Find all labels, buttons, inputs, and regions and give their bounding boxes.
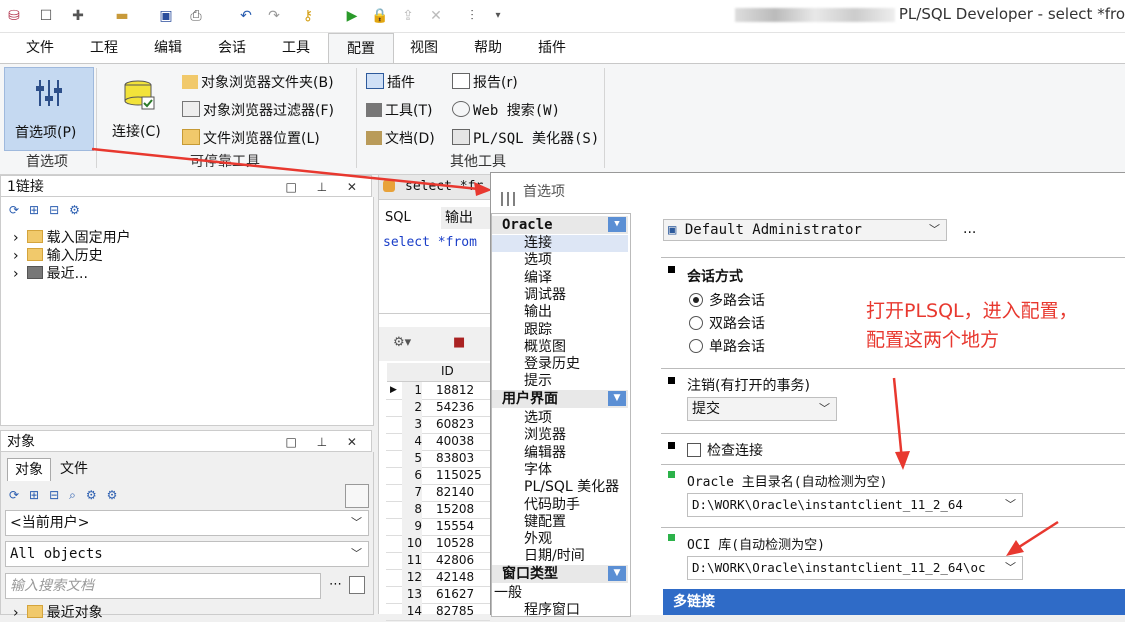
annotation-arrows <box>892 377 1059 556</box>
